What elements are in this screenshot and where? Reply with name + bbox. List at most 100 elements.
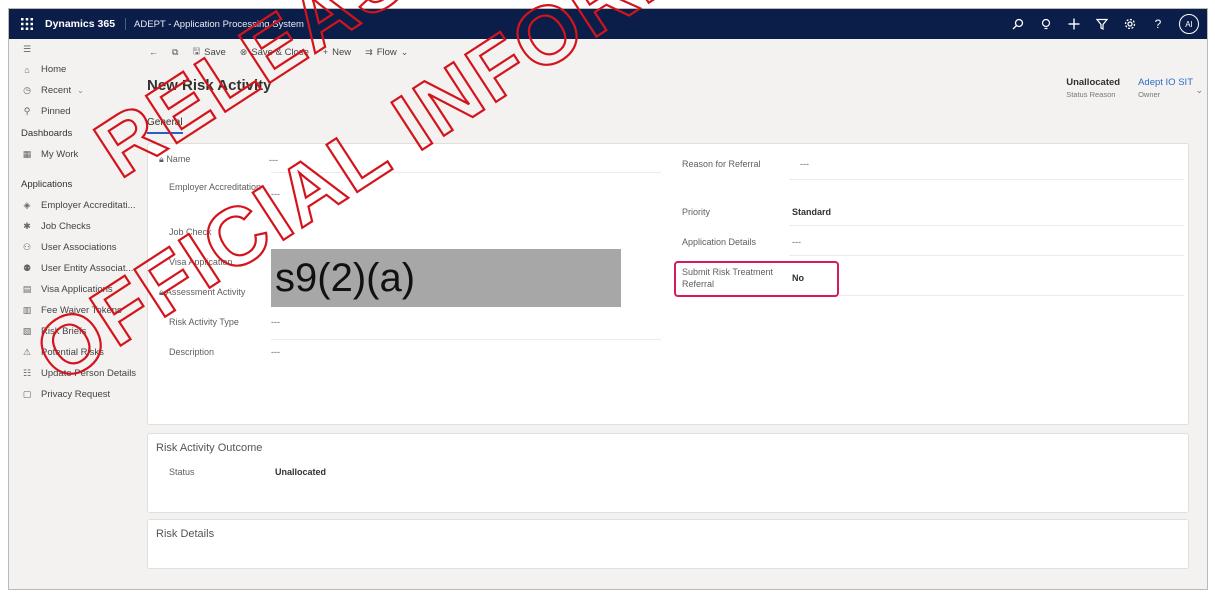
save-button[interactable]: 🖫 Save	[192, 44, 225, 60]
field-underline	[789, 255, 1184, 256]
plus-icon[interactable]	[1067, 17, 1081, 31]
name-field: 🔒︎ Name ---	[159, 154, 278, 165]
plus-icon: +	[322, 47, 329, 57]
new-button[interactable]: + New	[323, 47, 351, 58]
risk-details-section	[147, 519, 1189, 569]
top-bar: Dynamics 365 ADEPT - Application Process…	[9, 9, 1207, 39]
home-icon: ⌂	[24, 64, 30, 75]
nav-item-user-associations[interactable]: ⚇ User Associations	[9, 237, 137, 258]
nav-section-applications: Applications	[21, 178, 73, 190]
list-icon: ☷	[22, 368, 32, 378]
lock-icon: 🔒︎	[159, 287, 164, 297]
chevron-down-icon: ⌄	[400, 46, 409, 57]
tab-general[interactable]: General	[147, 117, 183, 134]
page-icon: ▢	[22, 389, 32, 399]
job-check-field: Job Check	[169, 227, 212, 237]
users-icon: ⚉	[22, 263, 32, 273]
description-field: Description ---	[169, 347, 280, 357]
lightbulb-icon[interactable]	[1039, 17, 1053, 31]
nav-item-update-person-details[interactable]: ☷ Update Person Details	[9, 363, 137, 384]
risk-activity-type-value[interactable]: ---	[271, 317, 280, 327]
brief-icon: ▧	[22, 326, 32, 336]
field-underline	[789, 179, 1184, 180]
risk-details-title: Risk Details	[156, 528, 215, 540]
employer-accreditation-label: Employer Accreditation	[169, 182, 262, 192]
risk-activity-type-field: Risk Activity Type ---	[169, 317, 280, 327]
brand-name[interactable]: Dynamics 365	[45, 18, 127, 30]
avatar[interactable]: AI	[1179, 14, 1199, 34]
nav-section-dashboards: Dashboards	[21, 127, 73, 139]
application-details-value[interactable]: ---	[792, 237, 801, 247]
reason-for-referral-value[interactable]: ---	[800, 159, 809, 169]
field-underline	[789, 225, 1184, 226]
app-launcher-icon[interactable]	[9, 9, 45, 39]
token-icon: ▥	[22, 305, 32, 315]
nav-item-user-entity-associations[interactable]: ⚉ User Entity Associat...	[9, 258, 137, 279]
user-icon: ⚇	[22, 242, 32, 252]
employer-accreditation-value[interactable]: ---	[271, 189, 280, 199]
command-bar: ← ⧉ 🖫 Save ⊗ Save & Close + New ⇉ Flow ⌄	[137, 39, 1207, 65]
chevron-down-icon[interactable]: ⌄	[77, 86, 84, 95]
back-button[interactable]: ←	[149, 47, 158, 57]
assessment-activity-field: 🔒︎ Assessment Activity	[159, 287, 246, 297]
lock-icon: 🔒︎	[159, 154, 164, 164]
flow-button[interactable]: ⇉ Flow ⌄	[365, 47, 408, 58]
nav-item-visa-applications[interactable]: ▤ Visa Applications	[9, 279, 137, 300]
status-value[interactable]: Unallocated	[275, 467, 326, 477]
clock-icon: ◷	[23, 85, 31, 95]
filter-icon[interactable]	[1095, 17, 1109, 31]
nav-home[interactable]: ⌂ Home	[9, 59, 137, 80]
top-icons: ? AI	[1011, 9, 1199, 39]
header-expand-icon[interactable]: ⌄	[1195, 85, 1203, 96]
app-frame: Dynamics 365 ADEPT - Application Process…	[8, 8, 1208, 590]
flow-icon: ⇉	[365, 46, 373, 57]
owner-field[interactable]: Adept IO SIT Owner	[1138, 77, 1193, 99]
field-underline	[839, 295, 1184, 296]
entity-icon: ✱	[23, 221, 31, 231]
save-icon: 🖫	[192, 46, 201, 56]
page-title: New Risk Activity	[147, 77, 272, 94]
back-arrow-icon: ←	[149, 47, 158, 57]
warning-icon: ⚠	[22, 347, 32, 357]
nav-item-employer-accreditation[interactable]: ◈ Employer Accreditati...	[9, 195, 137, 216]
priority-value[interactable]: Standard	[792, 207, 831, 217]
nav-item-job-checks[interactable]: ✱ Job Checks	[9, 216, 137, 237]
settings-icon[interactable]	[1123, 17, 1137, 31]
entity-icon: ◈	[23, 200, 31, 210]
tab-list: General	[147, 117, 183, 134]
visa-application-field: Visa Application	[169, 257, 233, 267]
header-fields: Unallocated Status Reason Adept IO SIT O…	[1066, 77, 1193, 99]
status-field: Status Unallocated	[169, 467, 327, 477]
hamburger-icon[interactable]: ☰	[9, 39, 137, 59]
status-reason-field[interactable]: Unallocated Status Reason	[1066, 77, 1120, 99]
priority-field: Priority Standard	[682, 207, 832, 217]
name-value[interactable]: ---	[269, 155, 278, 165]
nav-item-fee-waiver-tokens[interactable]: ▥ Fee Waiver Tokens	[9, 300, 137, 321]
reason-for-referral-field: Reason for Referral ---	[682, 159, 809, 169]
pin-icon: ⚲	[23, 106, 31, 116]
search-icon[interactable]	[1011, 17, 1025, 31]
nav-item-privacy-request[interactable]: ▢ Privacy Request	[9, 384, 137, 405]
document-icon: ▤	[22, 284, 32, 294]
field-underline	[271, 172, 661, 173]
dashboard-icon: ▦	[22, 149, 32, 159]
open-new-window-button[interactable]: ⧉	[172, 47, 178, 58]
submit-risk-treatment-referral-field: Submit Risk Treatment Referral No	[682, 267, 804, 289]
redaction-label: s9(2)(a)	[275, 255, 416, 300]
app-name[interactable]: ADEPT - Application Processing System	[126, 19, 304, 30]
left-nav: ☰ ⌂ Home ◷ Recent ⌄ ⚲ Pinned Dashboards ▦ My …	[9, 39, 137, 589]
risk-activity-outcome-title: Risk Activity Outcome	[156, 442, 263, 454]
nav-item-potential-risks[interactable]: ⚠ Potential Risks	[9, 342, 137, 363]
application-details-field: Application Details ---	[682, 237, 801, 247]
nav-item-risk-briefs[interactable]: ▧ Risk Briefs	[9, 321, 137, 342]
nav-pinned[interactable]: ⚲ Pinned	[9, 101, 137, 122]
field-underline	[271, 339, 661, 340]
popout-icon: ⧉	[172, 46, 179, 57]
description-value[interactable]: ---	[271, 347, 280, 357]
save-close-icon: ⊗	[239, 46, 248, 57]
nav-my-work[interactable]: ▦ My Work	[9, 144, 137, 165]
submit-risk-treatment-referral-value[interactable]: No	[792, 273, 804, 283]
help-icon[interactable]: ?	[1151, 17, 1165, 31]
save-close-button[interactable]: ⊗ Save & Close	[240, 47, 309, 58]
nav-recent[interactable]: ◷ Recent ⌄	[9, 80, 137, 101]
